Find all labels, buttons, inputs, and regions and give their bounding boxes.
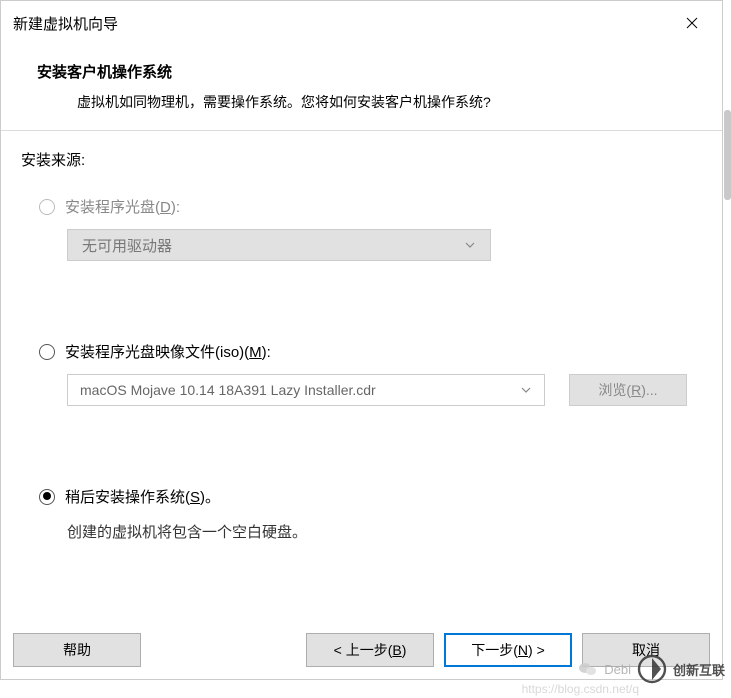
radio-option-later[interactable]: 稍后安装操作系统(S)。 <box>21 486 702 507</box>
header-section: 安装客户机操作系统 虚拟机如同物理机，需要操作系统。您将如何安装客户机操作系统? <box>1 45 722 130</box>
chevron-down-icon <box>520 384 532 396</box>
radio-later-icon <box>39 489 55 505</box>
radio-later-label: 稍后安装操作系统(S)。 <box>65 486 220 507</box>
disc-drive-dropdown: 无可用驱动器 <box>67 229 491 261</box>
brand-logo-icon <box>637 654 667 684</box>
radio-disc-label: 安装程序光盘(D): <box>65 196 180 217</box>
titlebar: 新建虚拟机向导 <box>1 1 722 45</box>
close-icon <box>686 17 698 29</box>
iso-path-value: macOS Mojave 10.14 18A391 Lazy Installer… <box>80 382 376 398</box>
radio-disc-icon <box>39 199 55 215</box>
dialog-title: 新建虚拟机向导 <box>13 13 118 34</box>
next-button[interactable]: 下一步(N) > <box>444 633 572 667</box>
radio-option-iso[interactable]: 安装程序光盘映像文件(iso)(M): <box>21 341 702 362</box>
radio-iso-icon <box>39 344 55 360</box>
back-button[interactable]: < 上一步(B) <box>306 633 434 667</box>
wizard-dialog: 新建虚拟机向导 安装客户机操作系统 虚拟机如同物理机，需要操作系统。您将如何安装… <box>0 0 723 680</box>
iso-path-combo[interactable]: macOS Mojave 10.14 18A391 Lazy Installer… <box>67 374 545 406</box>
page-title: 安装客户机操作系统 <box>37 61 690 82</box>
chevron-down-icon <box>464 239 476 251</box>
watermark-chat: Debi <box>604 662 631 677</box>
watermark-url: https://blog.csdn.net/q <box>522 682 639 696</box>
disc-drive-value: 无可用驱动器 <box>82 235 172 256</box>
iso-row: macOS Mojave 10.14 18A391 Lazy Installer… <box>67 374 702 406</box>
radio-option-disc: 安装程序光盘(D): <box>21 196 702 217</box>
radio-iso-label: 安装程序光盘映像文件(iso)(M): <box>65 341 271 362</box>
content-area: 安装来源: 安装程序光盘(D): 无可用驱动器 安装程序光盘映像文件(iso)(… <box>1 131 722 623</box>
browse-button[interactable]: 浏览(R)... <box>569 374 687 406</box>
close-button[interactable] <box>674 9 710 37</box>
watermark-brand: 创新互联 <box>673 660 725 679</box>
wechat-icon <box>578 661 598 677</box>
later-note: 创建的虚拟机将包含一个空白硬盘。 <box>67 521 702 542</box>
scrollbar[interactable] <box>724 110 731 200</box>
page-description: 虚拟机如同物理机，需要操作系统。您将如何安装客户机操作系统? <box>37 92 690 112</box>
help-button[interactable]: 帮助 <box>13 633 141 667</box>
watermark: Debi 创新互联 <box>578 654 725 684</box>
source-label: 安装来源: <box>21 149 702 170</box>
